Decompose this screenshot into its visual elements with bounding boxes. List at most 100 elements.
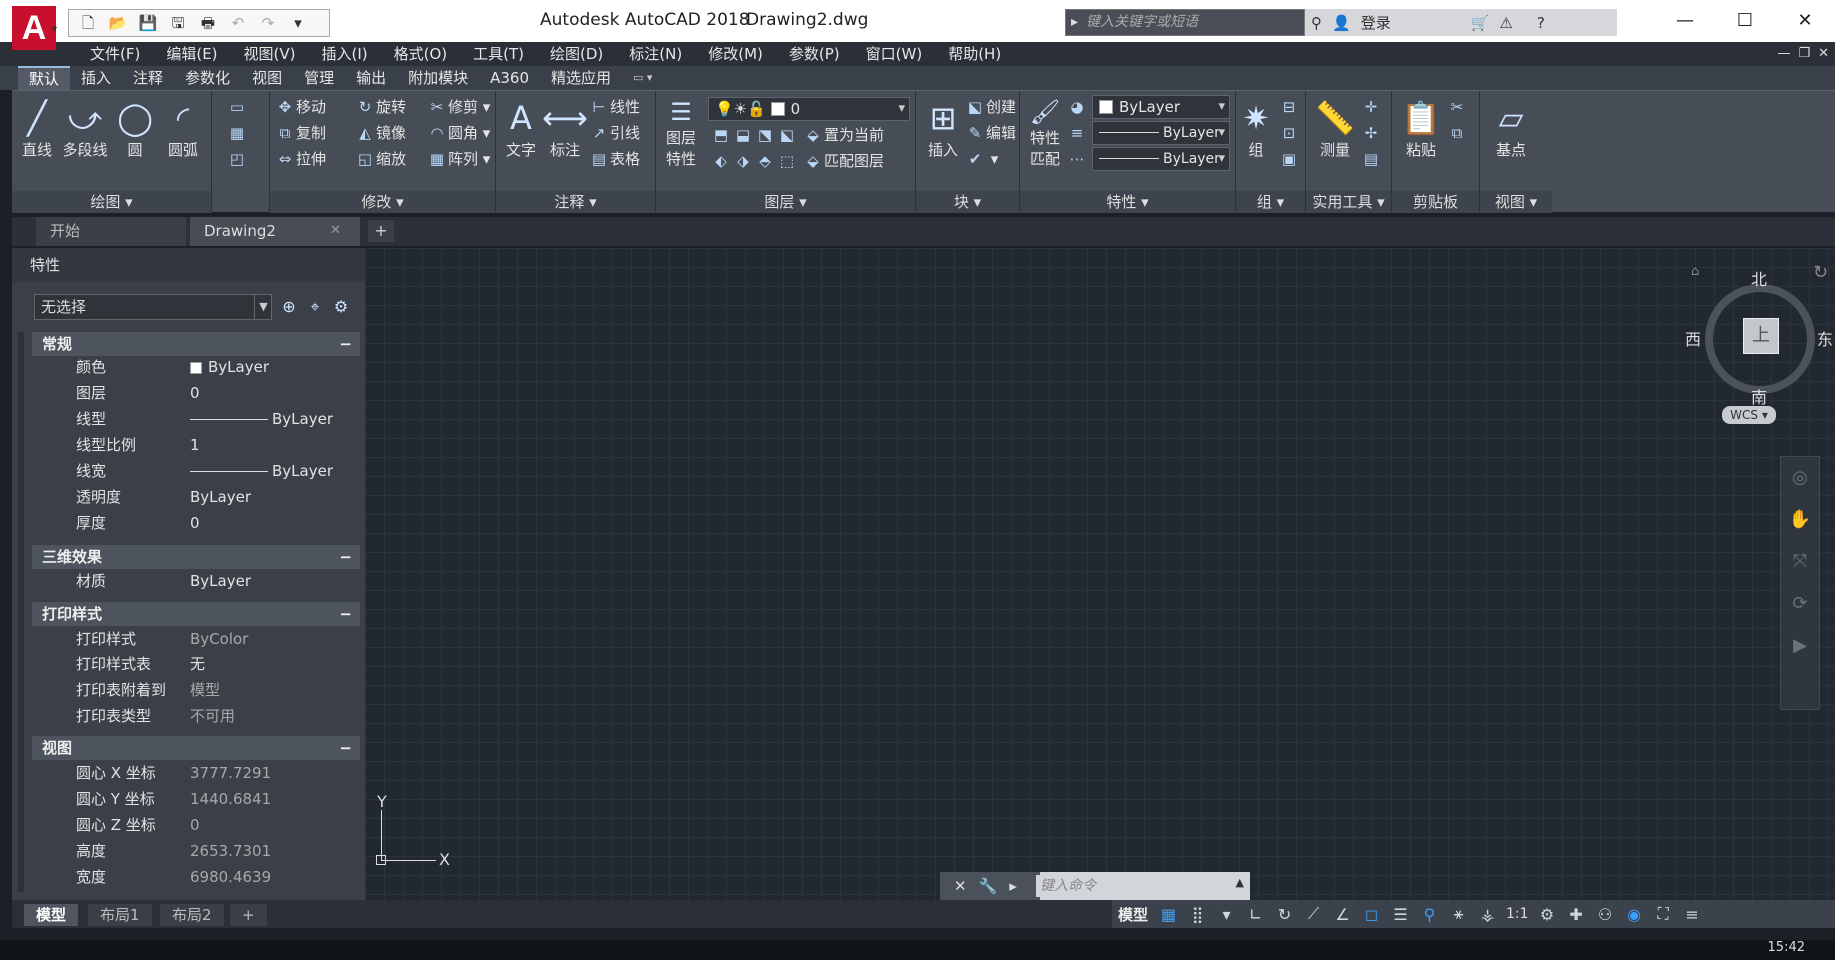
cart-icon[interactable]: 🛒 bbox=[1471, 14, 1490, 32]
rectangle-icon[interactable]: ▭ bbox=[226, 95, 248, 119]
prop-row-center-y[interactable]: 圆心 Y 坐标 1440.6841 bbox=[32, 788, 360, 810]
orbit-icon[interactable]: ⟳ bbox=[1781, 583, 1819, 625]
calculator-icon[interactable]: ▤ bbox=[1360, 147, 1382, 171]
dimension-button[interactable]: ⟷ 标注 bbox=[540, 97, 590, 160]
workspace-gear-icon[interactable]: ⚙ bbox=[1533, 905, 1562, 924]
close-icon[interactable]: ✕ bbox=[1775, 0, 1835, 42]
grid-icon[interactable]: ▦ bbox=[1154, 905, 1183, 924]
rotate-view-icon[interactable]: ↻ bbox=[1813, 262, 1828, 283]
ungroup-icon[interactable]: ⊟ bbox=[1278, 95, 1300, 119]
group-select-icon[interactable]: ▣ bbox=[1278, 147, 1300, 171]
prop-row-color[interactable]: 颜色 ByLayer bbox=[32, 356, 360, 378]
trim-button[interactable]: ✂ 修剪 ▾ bbox=[426, 95, 491, 119]
tab-insert[interactable]: 插入 bbox=[70, 66, 122, 90]
annotation-scale-icon[interactable]: ⚶ bbox=[1473, 905, 1502, 924]
group-button[interactable]: ✷ 组 bbox=[1236, 97, 1276, 160]
steering-wheel-icon[interactable]: ◎ bbox=[1781, 457, 1819, 499]
arc-button[interactable]: ◜ 圆弧 bbox=[158, 97, 208, 160]
prop-row-center-z[interactable]: 圆心 Z 坐标 0 bbox=[32, 814, 360, 836]
ortho-icon[interactable]: ∟ bbox=[1241, 905, 1270, 924]
menu-modify[interactable]: 修改(M) bbox=[695, 42, 776, 66]
base-view-button[interactable]: ▱ 基点 bbox=[1486, 97, 1536, 160]
saveas-icon[interactable]: 🖫 bbox=[165, 12, 191, 34]
prop-row-plot-style[interactable]: 打印样式 ByColor bbox=[32, 628, 360, 650]
scale-button[interactable]: ◱ 缩放 bbox=[354, 147, 406, 171]
compass-south[interactable]: 南 bbox=[1751, 384, 1767, 408]
object-track-icon[interactable]: ∠ bbox=[1328, 905, 1357, 924]
menu-view[interactable]: 视图(V) bbox=[231, 42, 309, 66]
linear-button[interactable]: ⊢ 线性 bbox=[588, 95, 640, 119]
showmotion-icon[interactable]: ▶ bbox=[1781, 625, 1819, 667]
minimize-icon[interactable]: — bbox=[1655, 0, 1715, 42]
color-dropdown[interactable]: ByLayer bbox=[1092, 95, 1230, 119]
menu-file[interactable]: 文件(F) bbox=[77, 42, 153, 66]
menu-help[interactable]: 帮助(H) bbox=[935, 42, 1014, 66]
object-snap-icon[interactable]: ◻ bbox=[1357, 905, 1386, 924]
menu-window[interactable]: 窗口(W) bbox=[853, 42, 936, 66]
tab-annotate[interactable]: 注释 bbox=[122, 66, 174, 90]
menu-dimension[interactable]: 标注(N) bbox=[616, 42, 695, 66]
fillet-button[interactable]: ◠ 圆角 ▾ bbox=[426, 121, 490, 145]
set-current-button[interactable]: ⬙ 置为当前 bbox=[802, 123, 884, 147]
app-menu-button[interactable]: A bbox=[12, 6, 56, 50]
section-general[interactable]: 常规 − bbox=[32, 332, 360, 356]
prop-row-center-x[interactable]: 圆心 X 坐标 3777.7291 bbox=[32, 762, 360, 784]
snap-icon[interactable]: ⣿ bbox=[1183, 905, 1212, 924]
compass-east[interactable]: 东 bbox=[1817, 326, 1833, 350]
a360-icon[interactable]: ⚠ bbox=[1499, 14, 1512, 32]
create-block-button[interactable]: ⬕ 创建 bbox=[964, 95, 1016, 119]
panel-layers-title[interactable]: 图层 ▾ bbox=[656, 191, 915, 213]
maximize-icon[interactable]: ☐ bbox=[1715, 0, 1775, 42]
prop-row-plot-table[interactable]: 打印样式表无 bbox=[32, 653, 360, 675]
close-tab-icon[interactable]: ✕ bbox=[330, 223, 341, 238]
lineweight-toggle-icon[interactable]: ☰ bbox=[1386, 905, 1415, 924]
panel-annotation-title[interactable]: 注释 ▾ bbox=[496, 191, 655, 213]
prop-row-lineweight[interactable]: 线宽 ByLayer bbox=[32, 460, 360, 482]
copy-clip-icon[interactable]: ⧉ bbox=[1446, 121, 1468, 145]
prop-row-linetype[interactable]: 线型 ByLayer bbox=[32, 408, 360, 430]
group-edit-icon[interactable]: ⊡ bbox=[1278, 121, 1300, 145]
save-icon[interactable]: 💾 bbox=[135, 12, 161, 34]
isolate-icon[interactable]: ⚇ bbox=[1591, 905, 1620, 924]
compass-north[interactable]: 北 bbox=[1751, 266, 1767, 290]
panel-draw-title[interactable]: 绘图 ▾ bbox=[12, 191, 211, 213]
region-icon[interactable]: ◰ bbox=[226, 147, 248, 171]
close-icon[interactable]: ✕ bbox=[954, 877, 979, 895]
menu-edit[interactable]: 编辑(E) bbox=[153, 42, 230, 66]
annotation-scale[interactable]: 1:1 bbox=[1502, 906, 1533, 922]
line-button[interactable]: ╱ 直线 bbox=[12, 97, 62, 160]
menu-insert[interactable]: 插入(I) bbox=[309, 42, 381, 66]
insert-block-button[interactable]: ⊞ 插入 bbox=[918, 97, 968, 160]
prop-row-width[interactable]: 宽度 6980.4639 bbox=[32, 866, 360, 888]
tab-manage[interactable]: 管理 bbox=[293, 66, 345, 90]
redo-icon[interactable]: ↷ bbox=[255, 12, 281, 34]
tab-featured-apps[interactable]: 精选应用 bbox=[540, 66, 622, 90]
new-tab-button[interactable]: + bbox=[368, 220, 394, 242]
layer-properties-button[interactable]: ☰ 图层 特性 bbox=[656, 97, 706, 169]
toggle-pickadd-icon[interactable]: ⊕ bbox=[278, 296, 300, 318]
doc-minimize-icon[interactable]: — bbox=[1777, 42, 1790, 66]
help-button[interactable]: ? bbox=[1537, 14, 1545, 32]
search-input[interactable]: 键入关键字或短语 bbox=[1065, 9, 1305, 36]
doc-restore-icon[interactable]: ❐ bbox=[1798, 42, 1810, 66]
tab-start[interactable]: 开始 bbox=[36, 217, 186, 246]
panel-groups-title[interactable]: 组 ▾ bbox=[1236, 191, 1305, 213]
ribbon-toggle-icon[interactable]: ▭ ▾ bbox=[622, 66, 663, 90]
section-plot-style[interactable]: 打印样式 − bbox=[32, 602, 360, 626]
move-button[interactable]: ✥ 移动 bbox=[274, 95, 326, 119]
undo-icon[interactable]: ↶ bbox=[225, 12, 251, 34]
annotation-visibility-icon[interactable]: ⚲ bbox=[1415, 905, 1444, 924]
prop-row-transparency[interactable]: 透明度 ByLayer bbox=[32, 486, 360, 508]
panel-view-title[interactable]: 视图 ▾ bbox=[1480, 191, 1552, 213]
rotate-button[interactable]: ↻ 旋转 bbox=[354, 95, 406, 119]
history-up-icon[interactable]: ▲ bbox=[1236, 876, 1244, 889]
section-view[interactable]: 视图 − bbox=[32, 736, 360, 760]
menu-tools[interactable]: 工具(T) bbox=[460, 42, 537, 66]
quick-select-icon[interactable]: ⚙ bbox=[330, 296, 352, 318]
tab-view[interactable]: 视图 bbox=[241, 66, 293, 90]
prop-row-thickness[interactable]: 厚度 0 bbox=[32, 512, 360, 534]
array-button[interactable]: ▦ 阵列 ▾ bbox=[426, 147, 490, 171]
point-icon[interactable]: ✢ bbox=[1360, 121, 1382, 145]
polar-icon[interactable]: ↻ bbox=[1270, 905, 1299, 924]
panel-modify-title[interactable]: 修改 ▾ bbox=[270, 191, 495, 213]
